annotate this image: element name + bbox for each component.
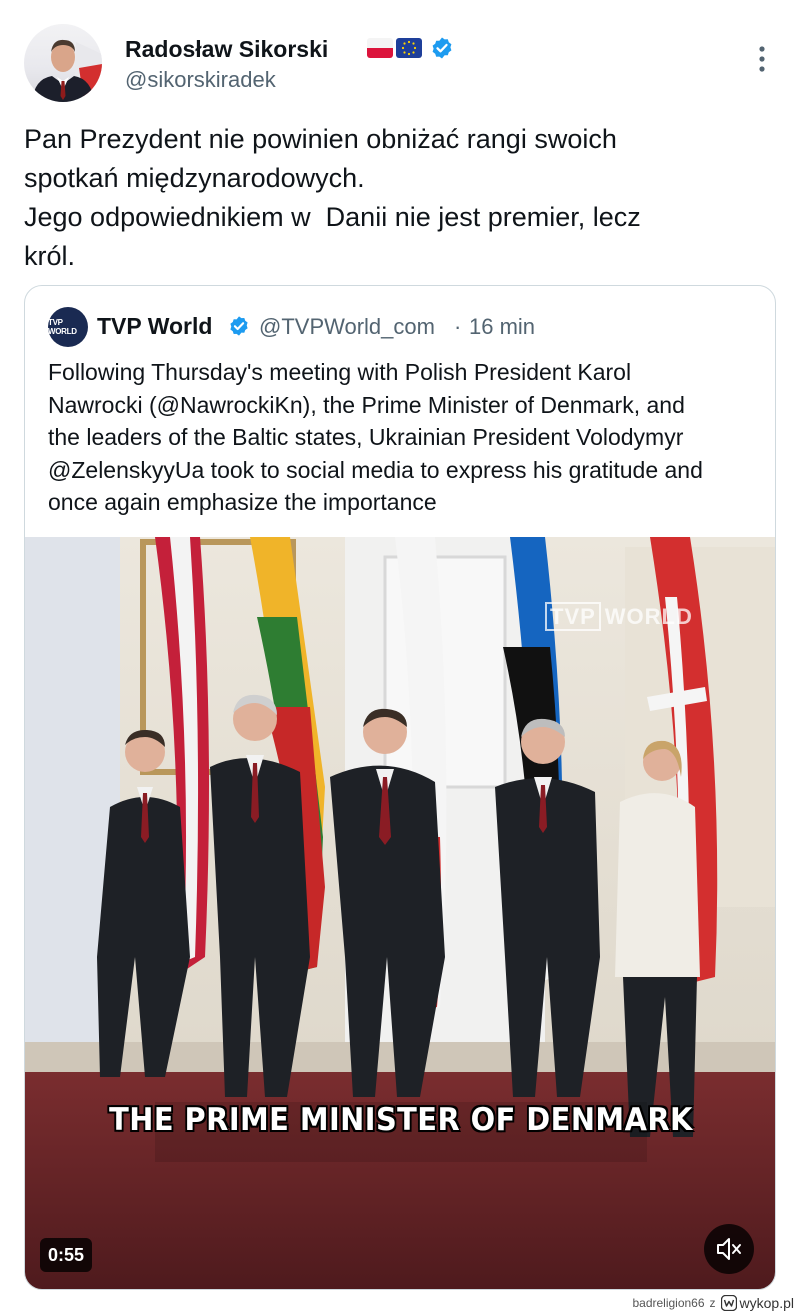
- watermark-tvp: TVP: [545, 602, 601, 631]
- footer-site-label: wykop.pl: [739, 1295, 794, 1311]
- footer-user: badreligion66: [632, 1296, 705, 1310]
- quote-text-line: the leaders of the Baltic states, Ukrain…: [48, 424, 684, 450]
- quote-author-handle[interactable]: @TVPWorld_com: [259, 314, 435, 340]
- flag-emojis: [367, 38, 422, 58]
- quote-timestamp[interactable]: 16 min: [469, 314, 535, 340]
- mute-toggle-button[interactable]: [704, 1224, 754, 1274]
- separator-dot: ·: [454, 314, 462, 339]
- quote-text-line: Nawrocki (@NawrockiKn), the Prime Minist…: [48, 391, 685, 418]
- tvp-world-watermark: TVP WORLD: [545, 602, 693, 631]
- wykop-logo-icon: [720, 1295, 737, 1311]
- quoted-tweet-card[interactable]: TVP WORLD TVP World @TVPWorld_com · 16 m…: [24, 285, 776, 1290]
- quote-author-name[interactable]: TVP World: [97, 313, 212, 340]
- author-handle[interactable]: @sikorskiradek: [125, 67, 276, 93]
- speaker-muted-icon: [717, 1238, 741, 1260]
- quote-text-line: Following Thursday's meeting with Polish…: [48, 359, 632, 385]
- video-frame: [25, 537, 775, 1289]
- tweet-text-line: Jego odpowiednikiem w Danii nie jest pre…: [24, 202, 641, 232]
- footer-site: wykop.pl: [720, 1295, 794, 1311]
- tweet-text-line: spotkań międzynarodowych.: [24, 163, 365, 193]
- tweet-text-line: Pan Prezydent nie powinien obniżać rangi…: [24, 124, 617, 154]
- tweet-header: Radosław Sikorski @sikorskiradek: [24, 24, 776, 104]
- quote-text: Following Thursday's meeting with Polish…: [48, 356, 760, 519]
- poland-flag-emoji: [367, 38, 393, 58]
- quote-text-line: @ZelenskyyUa took to social media to exp…: [48, 456, 703, 483]
- quote-author-avatar[interactable]: TVP WORLD: [48, 307, 88, 347]
- tweet-text: Pan Prezydent nie powinien obniżać rangi…: [24, 120, 764, 276]
- footer-connector: z: [709, 1296, 716, 1310]
- tweet-text-line: król.: [24, 241, 76, 271]
- watermark-world: WORLD: [604, 604, 693, 629]
- video-player[interactable]: TVP WORLD THE PRIME MINISTER OF DENMARK 0…: [25, 537, 775, 1289]
- author-avatar[interactable]: [24, 24, 102, 102]
- author-name[interactable]: Radosław Sikorski: [125, 36, 328, 63]
- verified-badge-icon: [430, 36, 454, 60]
- verified-badge-icon: [228, 315, 250, 337]
- video-caption: THE PRIME MINISTER OF DENMARK: [109, 1102, 693, 1138]
- video-duration: 0:55: [40, 1238, 93, 1272]
- quote-text-line: once again emphasize the importance: [48, 489, 437, 515]
- eu-flag-emoji: [396, 38, 422, 58]
- more-options-icon[interactable]: [752, 44, 772, 74]
- footer-credit: badreligion66 z wykop.pl: [632, 1293, 794, 1313]
